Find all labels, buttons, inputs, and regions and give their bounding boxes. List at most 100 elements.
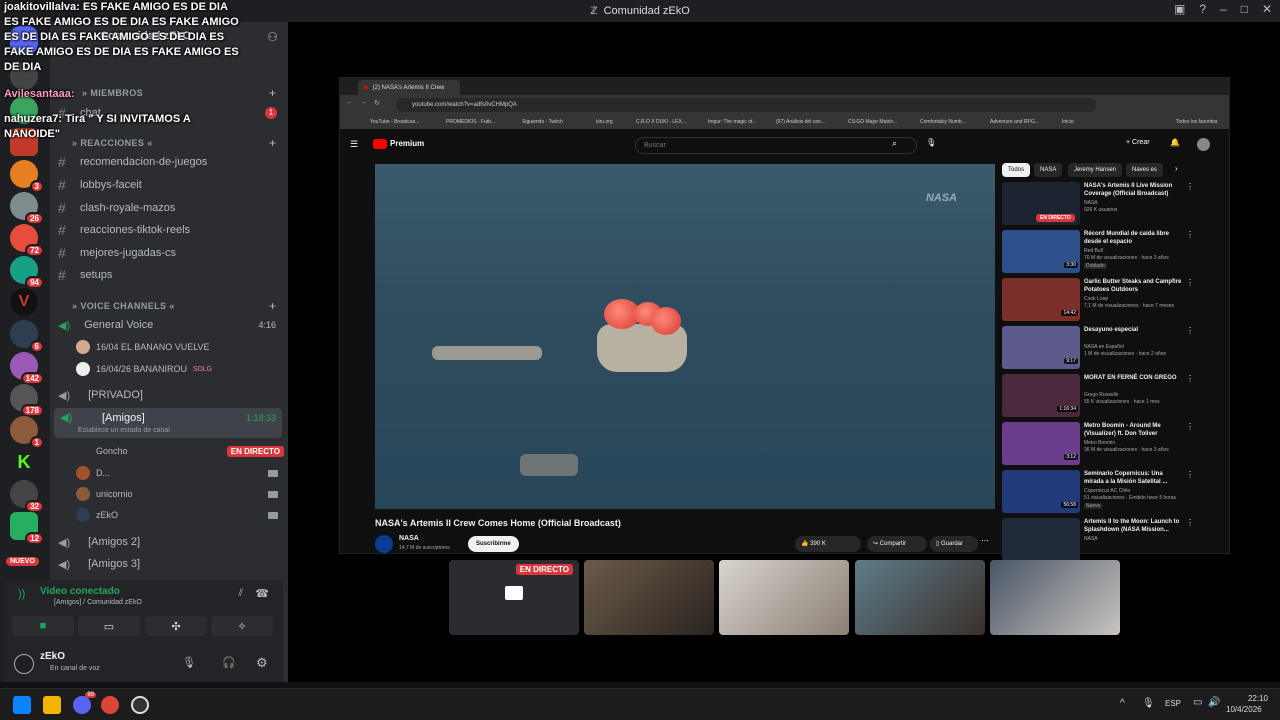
invite-icon[interactable]: ⚇ bbox=[267, 30, 278, 44]
recommended-video[interactable]: Metro Boomin - Around Me (Visualizer) ft… bbox=[1002, 422, 1222, 466]
stream-tile-webcam[interactable] bbox=[719, 560, 849, 635]
clock-time[interactable]: 22:10 bbox=[1232, 694, 1268, 703]
category-voice[interactable]: » VOICE CHANNELS « bbox=[72, 301, 175, 311]
chip-naves[interactable]: Naves es bbox=[1126, 163, 1164, 177]
menu-icon[interactable]: ☰ bbox=[350, 139, 358, 150]
share-button[interactable]: ↪ Compartir bbox=[867, 536, 927, 552]
new-badge[interactable]: NUEVO bbox=[6, 557, 39, 566]
server-icon[interactable]: 142 bbox=[10, 352, 44, 385]
like-button[interactable]: 👍 390 K bbox=[795, 536, 861, 552]
more-options-icon[interactable]: ⋮ bbox=[1186, 278, 1194, 287]
chevron-right-icon[interactable]: › bbox=[1175, 164, 1178, 173]
clock-date[interactable]: 10/4/2026 bbox=[1226, 705, 1262, 714]
channel-mejores-jugadas-cs[interactable]: # mejores-jugadas-cs bbox=[58, 243, 280, 263]
bookmark[interactable]: YouTube - Broadcas... bbox=[370, 119, 419, 125]
stream-tile-webcam[interactable] bbox=[990, 560, 1120, 635]
more-options-icon[interactable]: ⋮ bbox=[1186, 518, 1194, 527]
bookmark[interactable]: (57) Análisis del can... bbox=[776, 119, 825, 125]
camera-button[interactable]: ■ bbox=[12, 616, 74, 636]
chip-jeremy-hansen[interactable]: Jeremy Hansen bbox=[1068, 163, 1123, 177]
recommended-video[interactable]: NASA's Artemis II Live Mission Coverage … bbox=[1002, 182, 1222, 226]
more-options-icon[interactable]: ⋯ bbox=[981, 536, 989, 545]
voice-user[interactable]: D... bbox=[76, 464, 276, 482]
chip-todos[interactable]: Todos bbox=[1002, 163, 1031, 177]
bookmark[interactable]: PROMEDIOS - Futb... bbox=[446, 119, 495, 125]
notifications-icon[interactable]: 🔔 bbox=[1170, 138, 1180, 147]
youtube-search-input[interactable]: Buscar bbox=[635, 137, 917, 154]
language-indicator[interactable]: ESP bbox=[1165, 699, 1181, 708]
more-options-icon[interactable]: ⋮ bbox=[1186, 422, 1194, 431]
bookmark[interactable]: Inicio bbox=[1062, 119, 1074, 125]
add-channel-icon[interactable]: + bbox=[269, 86, 276, 100]
save-button[interactable]: ▯ Guardar bbox=[930, 536, 978, 552]
activities-button[interactable]: ✣ bbox=[145, 616, 207, 636]
voice-channel-general[interactable]: ◀) General Voice 4:16 bbox=[58, 315, 280, 335]
voice-status[interactable]: Video conectado bbox=[40, 586, 120, 597]
help-icon[interactable]: ? bbox=[1199, 2, 1206, 16]
channel-clash-royale-mazos[interactable]: # clash-royale-mazos bbox=[58, 198, 280, 218]
bookmark[interactable]: C.R.O X DUKI - LEX... bbox=[636, 119, 686, 125]
channel-setups[interactable]: # setups bbox=[58, 265, 280, 285]
add-channel-icon[interactable]: + bbox=[269, 299, 276, 313]
voice-user[interactable]: Goncho EN DIRECTO bbox=[76, 442, 284, 460]
maximize-button[interactable]: □ bbox=[1241, 2, 1248, 16]
voice-channel-privado[interactable]: ◀) [PRIVADO] bbox=[58, 385, 280, 405]
subscribe-button[interactable]: Suscribirme bbox=[468, 536, 519, 552]
forward-icon[interactable]: → bbox=[360, 99, 367, 106]
search-icon[interactable]: ⌕ bbox=[892, 138, 897, 149]
settings-gear-icon[interactable]: ⚙ bbox=[256, 655, 268, 671]
browser-tab[interactable]: ▶ (2) NASA's Artemis II Crew bbox=[358, 80, 460, 95]
mic-icon[interactable]: 🎙 bbox=[1142, 698, 1155, 709]
bookmark[interactable]: Comfortably Numb... bbox=[920, 119, 966, 125]
chip-nasa[interactable]: NASA bbox=[1034, 163, 1063, 177]
avatar[interactable] bbox=[14, 654, 34, 674]
voice-location[interactable]: [Amigos] / Comunidad zEkO bbox=[54, 599, 142, 606]
video-thumbnail[interactable] bbox=[1002, 518, 1080, 561]
bookmark[interactable]: Siguiendo - Twitch bbox=[522, 119, 563, 125]
voice-user[interactable]: zEkO bbox=[76, 506, 276, 524]
bookmark[interactable]: Adventure and RPG... bbox=[990, 119, 1039, 125]
add-channel-icon[interactable]: + bbox=[269, 136, 276, 150]
chrome-icon[interactable] bbox=[101, 696, 119, 714]
disconnect-icon[interactable]: ☎ bbox=[255, 587, 269, 600]
channel-reacciones-tiktok-reels[interactable]: # reacciones-tiktok-reels bbox=[58, 220, 280, 240]
noise-suppression-icon[interactable]: ⫽ bbox=[239, 588, 243, 599]
back-icon[interactable]: ← bbox=[346, 99, 353, 106]
voice-user[interactable]: 16/04 EL BANANO VUELVE bbox=[76, 338, 276, 356]
kick-server-icon[interactable]: K bbox=[10, 448, 38, 476]
signal-icon[interactable]: )) bbox=[18, 588, 25, 600]
bookmark[interactable]: CS:GO Major Match... bbox=[848, 119, 897, 125]
more-options-icon[interactable]: ⋮ bbox=[1186, 470, 1194, 479]
create-button[interactable]: + Crear bbox=[1126, 139, 1150, 146]
server-icon[interactable]: 3 bbox=[10, 160, 44, 193]
headset-icon[interactable]: 🎧 bbox=[222, 656, 236, 669]
obs-icon[interactable] bbox=[131, 696, 149, 714]
volume-icon[interactable]: 🔊 bbox=[1208, 697, 1220, 708]
windows-start-icon[interactable] bbox=[13, 696, 31, 714]
voice-channel-amigos[interactable]: ◀) [Amigos] 1:18:33 Establece un estado … bbox=[54, 408, 282, 438]
video-player[interactable]: NASA bbox=[375, 164, 995, 509]
server-icon[interactable]: 178 bbox=[10, 384, 44, 417]
avatar[interactable] bbox=[1197, 138, 1210, 151]
more-options-icon[interactable]: ⋮ bbox=[1186, 230, 1194, 239]
server-icon[interactable]: 1 bbox=[10, 416, 44, 449]
recommended-video[interactable]: Garlic Butter Steaks and Campfire Potato… bbox=[1002, 278, 1222, 322]
mic-icon[interactable]: 🎙 bbox=[926, 138, 936, 147]
server-icon[interactable]: 94 bbox=[10, 256, 44, 289]
bookmark[interactable]: Todos los favoritos bbox=[1176, 119, 1217, 125]
screenshare-button[interactable]: ▭ bbox=[78, 616, 140, 636]
user-name[interactable]: zEkO bbox=[40, 651, 65, 662]
server-icon[interactable]: V bbox=[10, 288, 38, 316]
channel-lobbys-faceit[interactable]: # lobbys-faceit bbox=[58, 175, 280, 195]
youtube-logo[interactable]: Premium bbox=[390, 139, 424, 148]
soundboard-button[interactable]: ✧ bbox=[211, 616, 273, 636]
recommended-video[interactable]: Desayuno especial NASA en Español 1 M de v… bbox=[1002, 326, 1222, 370]
channel-avatar[interactable] bbox=[375, 535, 393, 553]
more-options-icon[interactable]: ⋮ bbox=[1186, 326, 1194, 335]
channel-name[interactable]: NASA bbox=[399, 535, 419, 542]
voice-user[interactable]: unicornio bbox=[76, 485, 276, 503]
reload-icon[interactable]: ↻ bbox=[374, 99, 380, 107]
bookmark[interactable]: kiru.org bbox=[596, 119, 613, 125]
minimize-button[interactable]: – bbox=[1220, 2, 1227, 16]
recommended-video[interactable]: Artemis II to the Moon: Launch to Splash… bbox=[1002, 518, 1222, 562]
